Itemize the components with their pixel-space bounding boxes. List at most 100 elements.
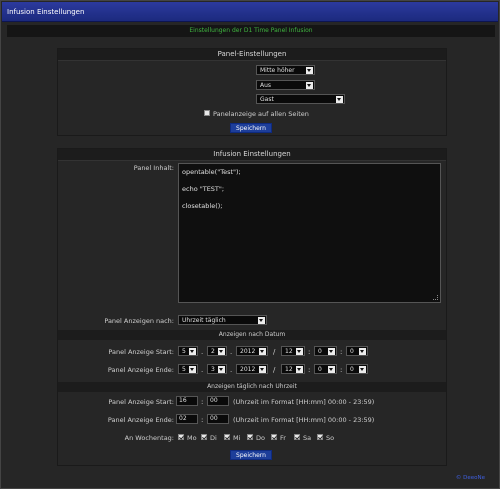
time-separator: :: [201, 416, 204, 424]
weekday-checkbox[interactable]: [294, 434, 300, 440]
start-hour-select[interactable]: 12: [281, 346, 305, 356]
infusion-settings-heading: Infusion Einstellungen: [58, 149, 446, 161]
start-day-select[interactable]: 5: [178, 346, 198, 356]
chevron-down-icon: [218, 348, 225, 355]
chevron-down-icon: [218, 366, 225, 373]
chevron-down-icon: [296, 348, 303, 355]
chevron-down-icon: [296, 366, 303, 373]
daily-start-label: Panel Anzeige Start:: [108, 398, 174, 406]
chevron-down-icon: [258, 317, 265, 324]
weekday-checkbox[interactable]: [317, 434, 323, 440]
chevron-down-icon: [359, 348, 366, 355]
content-textarea[interactable]: opentable("Test"); echo "TEST"; closetab…: [178, 163, 441, 303]
chevron-down-icon: [189, 348, 196, 355]
date-separator: .: [230, 366, 233, 374]
code-line: closetable();: [182, 202, 223, 210]
time-separator: :: [340, 366, 343, 374]
end-min-value: 0: [318, 366, 322, 373]
date-time-separator: /: [273, 366, 276, 374]
start-month-value: 2: [211, 348, 215, 355]
start-sec-select[interactable]: 0: [346, 346, 368, 356]
start-date-label: Panel Anzeige Start:: [108, 348, 174, 356]
chevron-down-icon: [259, 366, 266, 373]
weekday-checkbox[interactable]: [201, 434, 207, 440]
end-day-select[interactable]: 5: [178, 364, 198, 374]
date-time-separator: /: [273, 348, 276, 356]
daily-start-min-input[interactable]: 00: [207, 396, 229, 406]
daily-heading: Anzeigen täglich nach Uhrzeit: [58, 382, 446, 392]
weekday-label-mo: Mo: [187, 434, 197, 442]
weekday-checkbox[interactable]: [178, 434, 184, 440]
end-month-select[interactable]: 3: [207, 364, 227, 374]
daily-end-hint: (Uhrzeit im Format [HH:mm] 00:00 - 23:59…: [233, 416, 375, 424]
end-month-value: 3: [211, 366, 215, 373]
chevron-down-icon: [336, 96, 343, 103]
content-label: Panel Inhalt:: [133, 164, 174, 172]
info-banner: Einstellungen der D1 Time Panel Infusion: [7, 25, 495, 37]
footer-credit[interactable]: © DeeoNe: [456, 475, 485, 481]
end-year-select[interactable]: 2012: [236, 364, 268, 374]
weekday-label-do: Do: [256, 434, 265, 442]
end-min-select[interactable]: 0: [314, 364, 337, 374]
weekday-checkbox[interactable]: [271, 434, 277, 440]
weekday-checkbox[interactable]: [224, 434, 230, 440]
weekday-label: An Wochentag:: [124, 434, 174, 442]
end-day-value: 5: [182, 366, 186, 373]
chevron-down-icon: [259, 348, 266, 355]
time-separator: :: [308, 366, 311, 374]
chevron-down-icon: [189, 366, 196, 373]
daily-end-hour-input[interactable]: 02: [176, 414, 198, 424]
date-separator: .: [230, 348, 233, 356]
panel-settings-heading: Panel-Einstellungen: [58, 49, 446, 61]
chevron-down-icon: [359, 366, 366, 373]
all-pages-label: Panelanzeige auf allen Seiten: [213, 110, 309, 118]
daily-start-hint: (Uhrzeit im Format [HH:mm] 00:00 - 23:59…: [233, 398, 375, 406]
daily-start-hour-input[interactable]: 16: [176, 396, 198, 406]
weekday-checkbox[interactable]: [247, 434, 253, 440]
panel-settings-section: Panel-Einstellungen Position: Mitte höhe…: [57, 48, 447, 136]
daily-end-label: Panel Anzeige Ende:: [107, 416, 174, 424]
code-line: opentable("Test");: [182, 168, 241, 176]
position-value: Mitte höher: [260, 67, 295, 74]
start-year-select[interactable]: 2012: [236, 346, 268, 356]
time-separator: :: [201, 398, 204, 406]
position-select[interactable]: Mitte höher: [256, 65, 315, 75]
start-min-value: 0: [318, 348, 322, 355]
daily-end-min-input[interactable]: 00: [207, 414, 229, 424]
all-pages-checkbox[interactable]: [204, 110, 210, 116]
end-sec-select[interactable]: 0: [346, 364, 368, 374]
status-select[interactable]: Aus: [256, 80, 315, 90]
access-value: Gast: [260, 96, 274, 103]
save-infusion-button[interactable]: Speichern: [230, 450, 272, 460]
settings-window: Infusion Einstellungen Einstellungen der…: [0, 0, 500, 489]
start-hour-value: 12: [285, 348, 293, 355]
access-select[interactable]: Gast: [256, 94, 345, 104]
status-value: Aus: [260, 82, 272, 89]
save-panel-button[interactable]: Speichern: [230, 123, 272, 133]
start-year-value: 2012: [240, 348, 256, 355]
end-year-value: 2012: [240, 366, 256, 373]
end-sec-value: 0: [350, 366, 354, 373]
infusion-settings-section: Infusion Einstellungen Panel Inhalt: ope…: [57, 148, 447, 466]
start-month-select[interactable]: 2: [207, 346, 227, 356]
weekday-label-so: So: [326, 434, 335, 442]
show-after-select[interactable]: Uhrzeit täglich: [178, 315, 267, 325]
weekday-label-di: Di: [210, 434, 217, 442]
weekday-label-mi: Mi: [233, 434, 241, 442]
time-separator: :: [308, 348, 311, 356]
start-min-select[interactable]: 0: [314, 346, 337, 356]
end-hour-value: 12: [285, 366, 293, 373]
chevron-down-icon: [306, 67, 313, 74]
show-after-label: Panel Anzeigen nach:: [104, 317, 174, 325]
show-after-value: Uhrzeit täglich: [182, 317, 226, 324]
chevron-down-icon: [328, 366, 335, 373]
resize-handle[interactable]: [433, 295, 438, 300]
date-separator: .: [201, 366, 204, 374]
code-line: echo "TEST";: [182, 185, 225, 193]
time-separator: :: [340, 348, 343, 356]
start-sec-value: 0: [350, 348, 354, 355]
date-separator: .: [201, 348, 204, 356]
end-hour-select[interactable]: 12: [281, 364, 305, 374]
window-title: Infusion Einstellungen: [2, 2, 498, 22]
weekday-label-sa: Sa: [303, 434, 312, 442]
